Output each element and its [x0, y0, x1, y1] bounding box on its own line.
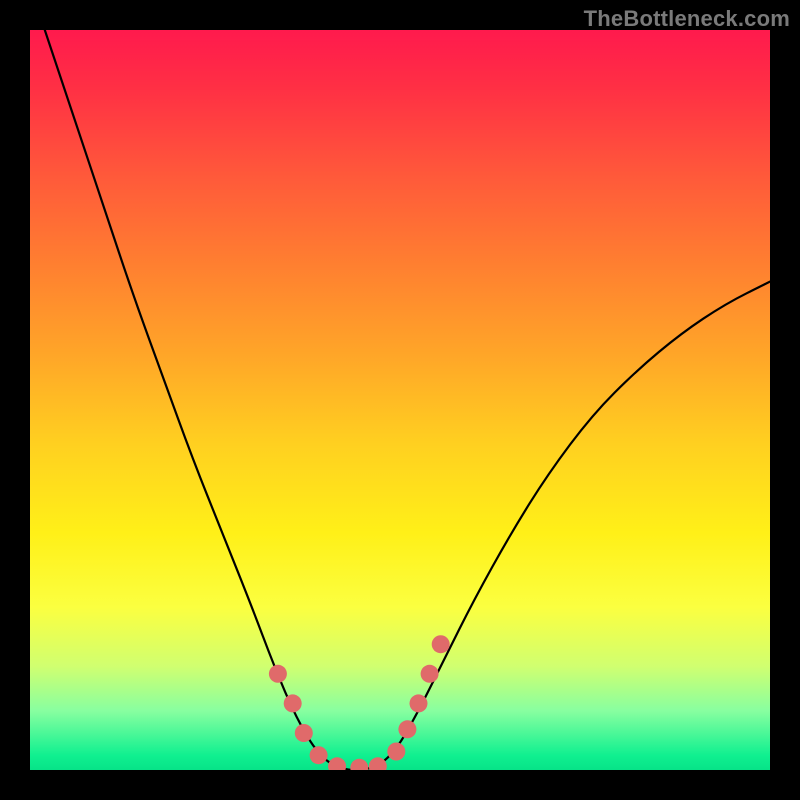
curve-marker: [350, 759, 368, 770]
curve-marker: [328, 757, 346, 770]
curve-layer: [30, 30, 770, 770]
curve-marker: [421, 665, 439, 683]
curve-marker: [387, 743, 405, 761]
curve-marker: [295, 724, 313, 742]
curve-marker: [410, 694, 428, 712]
curve-marker: [369, 757, 387, 770]
plot-area: [30, 30, 770, 770]
chart-frame: TheBottleneck.com: [0, 0, 800, 800]
curve-marker: [310, 746, 328, 764]
curve-marker: [269, 665, 287, 683]
curve-marker: [284, 694, 302, 712]
bottleneck-curve: [45, 30, 770, 770]
curve-marker: [398, 720, 416, 738]
curve-marker: [432, 635, 450, 653]
watermark-text: TheBottleneck.com: [584, 6, 790, 32]
curve-markers: [269, 635, 450, 770]
